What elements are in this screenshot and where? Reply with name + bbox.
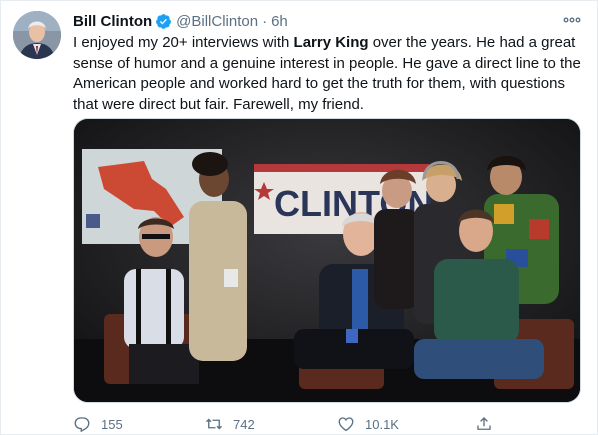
- tweet-timestamp[interactable]: 6h: [271, 13, 288, 30]
- share-button[interactable]: [475, 415, 493, 433]
- tweet-card[interactable]: Bill Clinton @BillClinton · 6h I enjoyed…: [0, 0, 598, 435]
- more-icon[interactable]: [561, 11, 583, 29]
- tweet-header: Bill Clinton @BillClinton · 6h: [73, 11, 288, 31]
- tweet-text-part-1: I enjoyed my 20+ interviews with: [73, 34, 294, 51]
- tweet-actions: 155 742 10.1K: [73, 413, 583, 435]
- like-button[interactable]: 10.1K: [337, 415, 399, 433]
- reply-icon: [74, 417, 90, 433]
- author-handle[interactable]: @BillClinton: [176, 13, 258, 30]
- retweet-count: 742: [233, 416, 255, 432]
- share-icon: [477, 417, 491, 430]
- reply-count: 155: [101, 416, 123, 432]
- tweet-photo[interactable]: CLINTON: [73, 118, 581, 403]
- retweet-icon: [206, 418, 222, 430]
- tweet-text: I enjoyed my 20+ interviews with Larry K…: [73, 33, 583, 115]
- verified-badge-icon: [155, 13, 172, 30]
- tweet-text-bold-name: Larry King: [293, 34, 369, 51]
- reply-button[interactable]: 155: [73, 415, 123, 433]
- author-name[interactable]: Bill Clinton: [73, 13, 152, 30]
- like-icon: [338, 417, 354, 432]
- retweet-button[interactable]: 742: [205, 415, 255, 433]
- avatar[interactable]: [13, 11, 61, 59]
- header-separator: ·: [262, 12, 268, 30]
- like-count: 10.1K: [365, 416, 399, 432]
